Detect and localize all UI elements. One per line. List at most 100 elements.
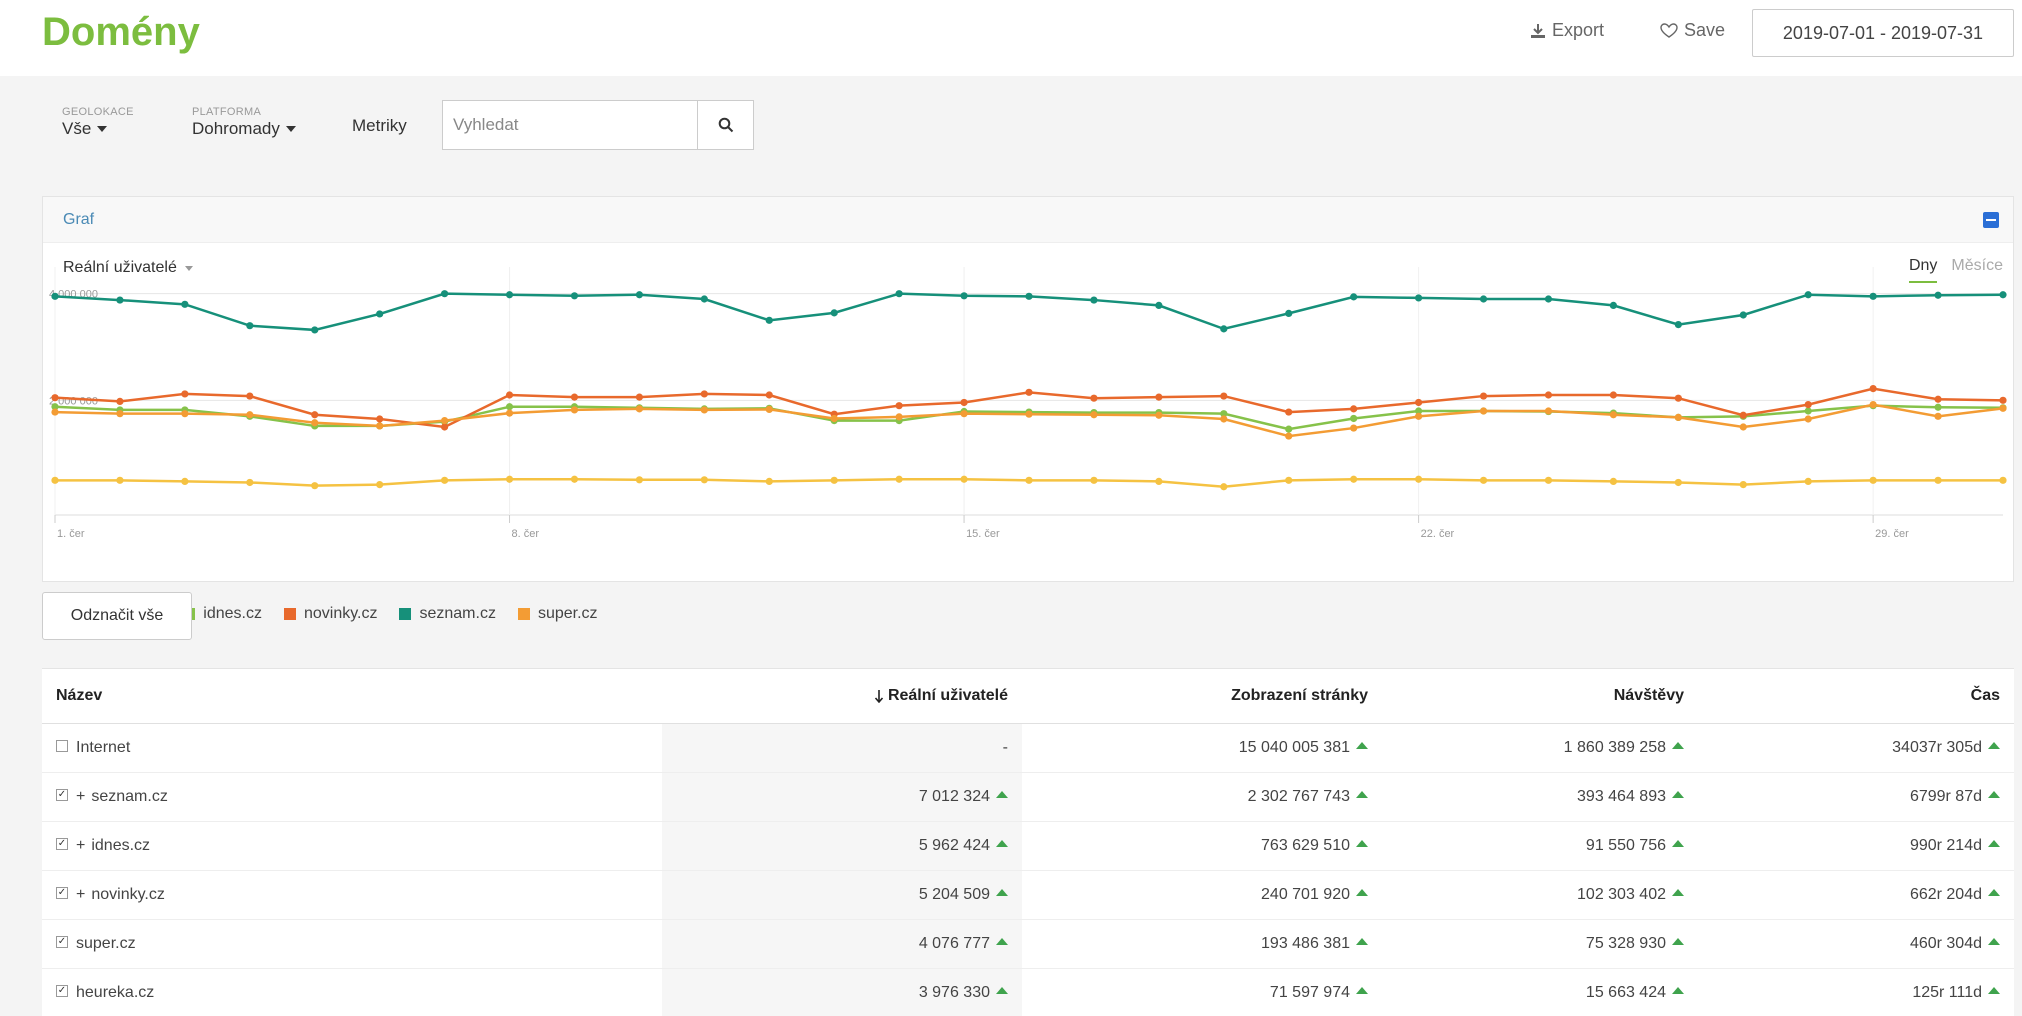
data-point-novinky-cz	[116, 397, 124, 405]
row-checkbox[interactable]: ✓	[56, 936, 68, 949]
trend-up-icon	[1988, 888, 2000, 896]
column-header-users[interactable]: Reální uživatelé	[662, 669, 1022, 724]
cell-views: 193 486 381	[1022, 919, 1382, 969]
cell-time: 6799r 87d	[1698, 772, 2014, 822]
deselect-all-button[interactable]: Odznačit vše	[42, 592, 192, 640]
platform-value: Dohromady	[192, 119, 280, 138]
cell-views: 240 701 920	[1022, 870, 1382, 920]
data-point-heureka-cz	[895, 475, 903, 483]
data-point-heureka-cz	[1220, 483, 1228, 491]
data-point-seznam-cz	[1934, 291, 1942, 299]
cell-name: ✓ + idnes.cz	[42, 821, 662, 871]
data-point-novinky-cz	[1934, 395, 1942, 403]
data-point-super-cz	[116, 410, 124, 418]
cell-users: -	[662, 723, 1022, 773]
geolocation-value: Vše	[62, 119, 92, 138]
cell-value: 393 464 893	[1577, 787, 1666, 805]
data-point-seznam-cz	[1739, 311, 1747, 319]
data-point-seznam-cz	[116, 296, 124, 304]
x-tick-label: 22. čer	[1421, 528, 1455, 540]
data-point-super-cz	[1090, 411, 1098, 419]
legend-item[interactable]: novinky.cz	[283, 605, 378, 623]
cell-value: 3 976 330	[918, 983, 990, 1001]
legend-item[interactable]: super.cz	[517, 605, 598, 623]
geolocation-filter[interactable]: GEOLOKACE Vše	[62, 106, 134, 139]
column-header-views[interactable]: Zobrazení stránky	[1022, 669, 1382, 724]
x-tick-label: 8. čer	[512, 528, 540, 540]
cell-users: 5 962 424	[662, 821, 1022, 871]
data-point-novinky-cz	[1090, 394, 1098, 402]
data-point-seznam-cz	[960, 292, 968, 300]
data-point-heureka-cz	[1025, 476, 1033, 484]
data-point-heureka-cz	[960, 475, 968, 483]
data-point-super-cz	[311, 419, 319, 427]
trend-up-icon	[996, 986, 1008, 994]
legend-item[interactable]: seznam.cz	[399, 605, 496, 623]
data-point-novinky-cz	[765, 391, 773, 399]
expand-plus-icon[interactable]: +	[76, 837, 85, 854]
cell-value: -	[1002, 738, 1008, 756]
data-point-novinky-cz	[181, 390, 189, 398]
page-title: Domény	[42, 10, 200, 54]
cell-name: ✓ + novinky.cz	[42, 870, 662, 920]
data-point-seznam-cz	[311, 326, 319, 334]
cell-time: 460r 304d	[1698, 919, 2014, 969]
column-header-visits[interactable]: Návštěvy	[1382, 669, 1698, 724]
domain-name: novinky.cz	[91, 885, 165, 903]
search-button[interactable]	[697, 101, 753, 149]
data-point-super-cz	[1350, 424, 1358, 432]
row-checkbox[interactable]: ✓	[56, 838, 68, 851]
date-range-picker[interactable]: 2019-07-01 - 2019-07-31	[1752, 9, 2014, 57]
data-point-seznam-cz	[1804, 291, 1812, 299]
search-box	[442, 100, 754, 150]
column-header-name[interactable]: Název	[42, 669, 662, 724]
expand-plus-icon[interactable]: +	[76, 788, 85, 805]
data-point-novinky-cz	[1544, 391, 1553, 399]
cell-value: 2 302 767 743	[1247, 787, 1350, 805]
data-point-super-cz	[1739, 423, 1747, 431]
data-point-seznam-cz	[1220, 325, 1228, 333]
data-point-seznam-cz	[1609, 301, 1617, 309]
export-button[interactable]: Export	[1530, 20, 1604, 41]
cell-name: ✓ + seznam.cz	[42, 772, 662, 822]
trend-up-icon	[1988, 986, 2000, 994]
cell-value: 763 629 510	[1261, 836, 1350, 854]
line-chart: 4 000 0002 000 0001. čer 8. čer 15. čer 22.…	[49, 267, 2007, 540]
caret-down-icon	[285, 126, 296, 132]
save-button[interactable]: Save	[1660, 20, 1725, 41]
data-point-idnes-cz	[1285, 425, 1293, 433]
row-checkbox[interactable]	[56, 740, 68, 753]
data-point-novinky-cz	[1739, 411, 1747, 419]
platform-filter[interactable]: PLATFORMA Dohromady	[192, 106, 296, 139]
row-checkbox[interactable]: ✓	[56, 887, 68, 900]
trend-up-icon	[1988, 741, 2000, 749]
row-checkbox[interactable]: ✓	[56, 789, 68, 802]
expand-plus-icon[interactable]: +	[76, 886, 85, 903]
caret-down-icon	[97, 126, 108, 132]
column-header-time[interactable]: Čas	[1698, 669, 2014, 724]
row-checkbox[interactable]: ✓	[56, 985, 68, 998]
cell-value: 7 012 324	[918, 787, 990, 805]
data-point-seznam-cz	[1999, 291, 2007, 299]
cell-name: ✓ heureka.cz	[42, 968, 662, 1016]
data-point-novinky-cz	[635, 393, 644, 401]
search-input[interactable]	[443, 101, 697, 149]
cell-value: 15 040 005 381	[1238, 738, 1350, 756]
data-point-novinky-cz	[311, 411, 319, 419]
cell-views: 15 040 005 381	[1022, 723, 1382, 773]
data-point-heureka-cz	[505, 475, 514, 483]
domains-table: Název Reální uživatelé Zobrazení stránky…	[42, 669, 2014, 1016]
trend-up-icon	[1672, 888, 1684, 896]
data-point-novinky-cz	[1350, 405, 1358, 413]
data-point-heureka-cz	[1999, 476, 2007, 484]
legend-label: novinky.cz	[303, 605, 378, 622]
data-point-novinky-cz	[1285, 408, 1293, 416]
data-point-seznam-cz	[1869, 292, 1877, 300]
legend-item[interactable]: idnes.cz	[183, 605, 262, 623]
data-point-novinky-cz	[505, 391, 514, 399]
cell-value: 102 303 402	[1577, 885, 1666, 903]
data-point-seznam-cz	[765, 316, 773, 324]
data-point-heureka-cz	[1415, 475, 1423, 483]
data-point-seznam-cz	[1415, 294, 1423, 302]
legend-swatch	[283, 608, 296, 620]
